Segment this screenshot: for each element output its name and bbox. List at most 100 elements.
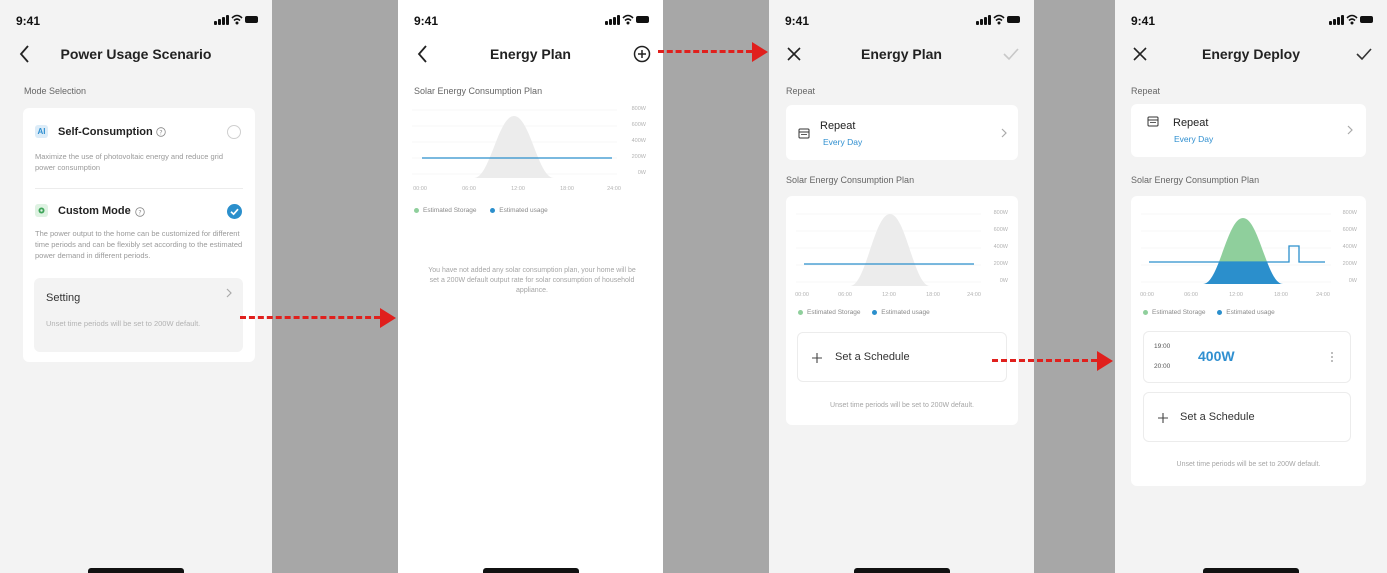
flow-arrow <box>658 42 770 62</box>
estimated-storage-curve <box>850 214 930 286</box>
signal-icon <box>976 21 979 25</box>
page-title: Energy Plan <box>861 46 942 62</box>
x-tick: 06:00 <box>1184 292 1198 298</box>
set-schedule-button[interactable]: Set a Schedule <box>1143 392 1351 442</box>
schedule-power-value: 400W <box>1198 348 1235 364</box>
legend-storage-dot <box>798 309 803 315</box>
svg-text:?: ? <box>138 209 141 216</box>
x-tick: 00:00 <box>1140 292 1154 298</box>
section-label-plan: Solar Energy Consumption Plan <box>786 175 915 185</box>
home-indicator <box>1203 568 1299 573</box>
status-bar: 9:41 <box>1115 0 1387 32</box>
svg-text:?: ? <box>159 129 162 136</box>
energy-chart: 800W 600W 400W 200W 0W 00:00 06:00 12:00… <box>412 102 652 198</box>
y-tick: 600W <box>993 227 1008 233</box>
repeat-value: Every Day <box>1174 134 1214 144</box>
setting-label: Setting <box>46 292 81 304</box>
repeat-card[interactable]: Repeat Every Day <box>1131 104 1366 157</box>
estimated-storage-curve <box>474 116 554 178</box>
setting-note: Unset time periods will be set to 200W d… <box>46 319 201 328</box>
section-label-repeat: Repeat <box>786 86 816 96</box>
status-bar: 9:41 <box>398 0 663 32</box>
x-tick: 24:00 <box>607 186 621 192</box>
section-label-plan: Solar Energy Consumption Plan <box>1131 175 1260 185</box>
set-schedule-button[interactable]: Set a Schedule <box>797 332 1007 382</box>
custom-mode-title: Custom Mode <box>58 205 131 217</box>
battery-icon <box>636 16 649 23</box>
nav-bar: Power Usage Scenario <box>0 34 272 74</box>
help-icon[interactable]: ? <box>156 127 166 137</box>
y-tick: 800W <box>993 210 1008 216</box>
self-consumption-option[interactable]: AI Self-Consumption ? Maximize the use o… <box>23 108 255 188</box>
x-tick: 24:00 <box>1316 292 1330 298</box>
legend-storage-dot <box>414 207 419 213</box>
y-tick: 200W <box>631 154 646 160</box>
status-time: 9:41 <box>785 14 810 28</box>
chevron-right-icon <box>226 288 232 298</box>
custom-mode-radio[interactable] <box>227 204 242 219</box>
x-tick: 18:00 <box>560 186 574 192</box>
signal-icon <box>605 21 608 25</box>
y-tick: 800W <box>631 106 646 112</box>
add-circle-icon[interactable] <box>631 43 653 65</box>
section-label-repeat: Repeat <box>1131 86 1161 96</box>
battery-icon <box>245 16 258 23</box>
repeat-card[interactable]: Repeat Every Day <box>786 105 1018 160</box>
status-time: 9:41 <box>16 14 41 28</box>
more-options-icon[interactable] <box>1330 351 1334 363</box>
set-schedule-label: Set a Schedule <box>1180 411 1255 423</box>
mode-selection-card: AI Self-Consumption ? Maximize the use o… <box>23 108 255 362</box>
schedule-item[interactable]: 19:00 20:00 400W <box>1143 331 1351 383</box>
check-icon[interactable] <box>1000 43 1022 65</box>
legend-storage-label: Estimated Storage <box>423 207 477 214</box>
repeat-title: Repeat <box>1173 117 1209 129</box>
schedule-end-time: 20:00 <box>1154 363 1171 370</box>
footer-note: Unset time periods will be set to 200W d… <box>1176 461 1321 468</box>
setting-button[interactable]: Setting Unset time periods will be set t… <box>34 278 243 352</box>
legend-usage-label: Estimated usage <box>881 309 930 316</box>
home-indicator <box>853 568 950 573</box>
energy-chart-svg <box>1141 213 1331 284</box>
energy-chart-svg <box>796 213 981 286</box>
ai-chip-icon: AI <box>35 125 48 138</box>
battery-icon <box>1360 16 1373 23</box>
custom-mode-icon <box>35 204 48 217</box>
calendar-icon <box>1147 116 1159 127</box>
y-tick: 600W <box>1342 227 1357 233</box>
y-tick: 0W <box>637 170 646 176</box>
check-icon[interactable] <box>1353 43 1375 65</box>
schedule-start-time: 19:00 <box>1154 343 1171 350</box>
status-icons <box>976 14 1020 26</box>
wifi-icon <box>622 14 634 25</box>
plus-icon <box>812 353 822 363</box>
check-icon <box>230 208 239 216</box>
legend-usage-dot <box>1217 309 1223 315</box>
x-tick: 00:00 <box>795 292 809 298</box>
screen-energy-plan-empty: 9:41 Energy Plan Solar Energy Consumptio… <box>398 0 663 573</box>
x-tick: 18:00 <box>926 292 940 298</box>
home-indicator <box>88 568 184 573</box>
status-icons <box>605 14 649 26</box>
signal-icon <box>214 21 217 25</box>
x-tick: 00:00 <box>413 186 427 192</box>
help-icon[interactable]: ? <box>135 207 145 217</box>
section-label-plan: Solar Energy Consumption Plan <box>414 86 543 96</box>
custom-mode-option[interactable]: Custom Mode ? The power output to the ho… <box>23 190 255 280</box>
chevron-right-icon <box>1001 128 1007 138</box>
x-tick: 18:00 <box>1274 292 1288 298</box>
self-consumption-desc: Maximize the use of photovoltaic energy … <box>35 152 224 172</box>
self-consumption-radio[interactable] <box>227 125 241 139</box>
nav-bar: Energy Plan <box>398 34 663 74</box>
y-tick: 0W <box>1348 278 1357 284</box>
home-indicator <box>482 568 579 573</box>
flow-arrow <box>240 308 398 328</box>
repeat-value: Every Day <box>823 137 863 147</box>
legend-usage-label: Estimated usage <box>499 207 548 214</box>
status-icons <box>214 14 258 26</box>
wifi-icon <box>993 14 1005 25</box>
x-tick: 12:00 <box>882 292 896 298</box>
repeat-title: Repeat <box>820 120 856 132</box>
custom-mode-desc: The power output to the home can be cust… <box>35 229 243 260</box>
y-tick: 800W <box>1342 210 1357 216</box>
legend-usage-label: Estimated usage <box>1226 309 1275 316</box>
